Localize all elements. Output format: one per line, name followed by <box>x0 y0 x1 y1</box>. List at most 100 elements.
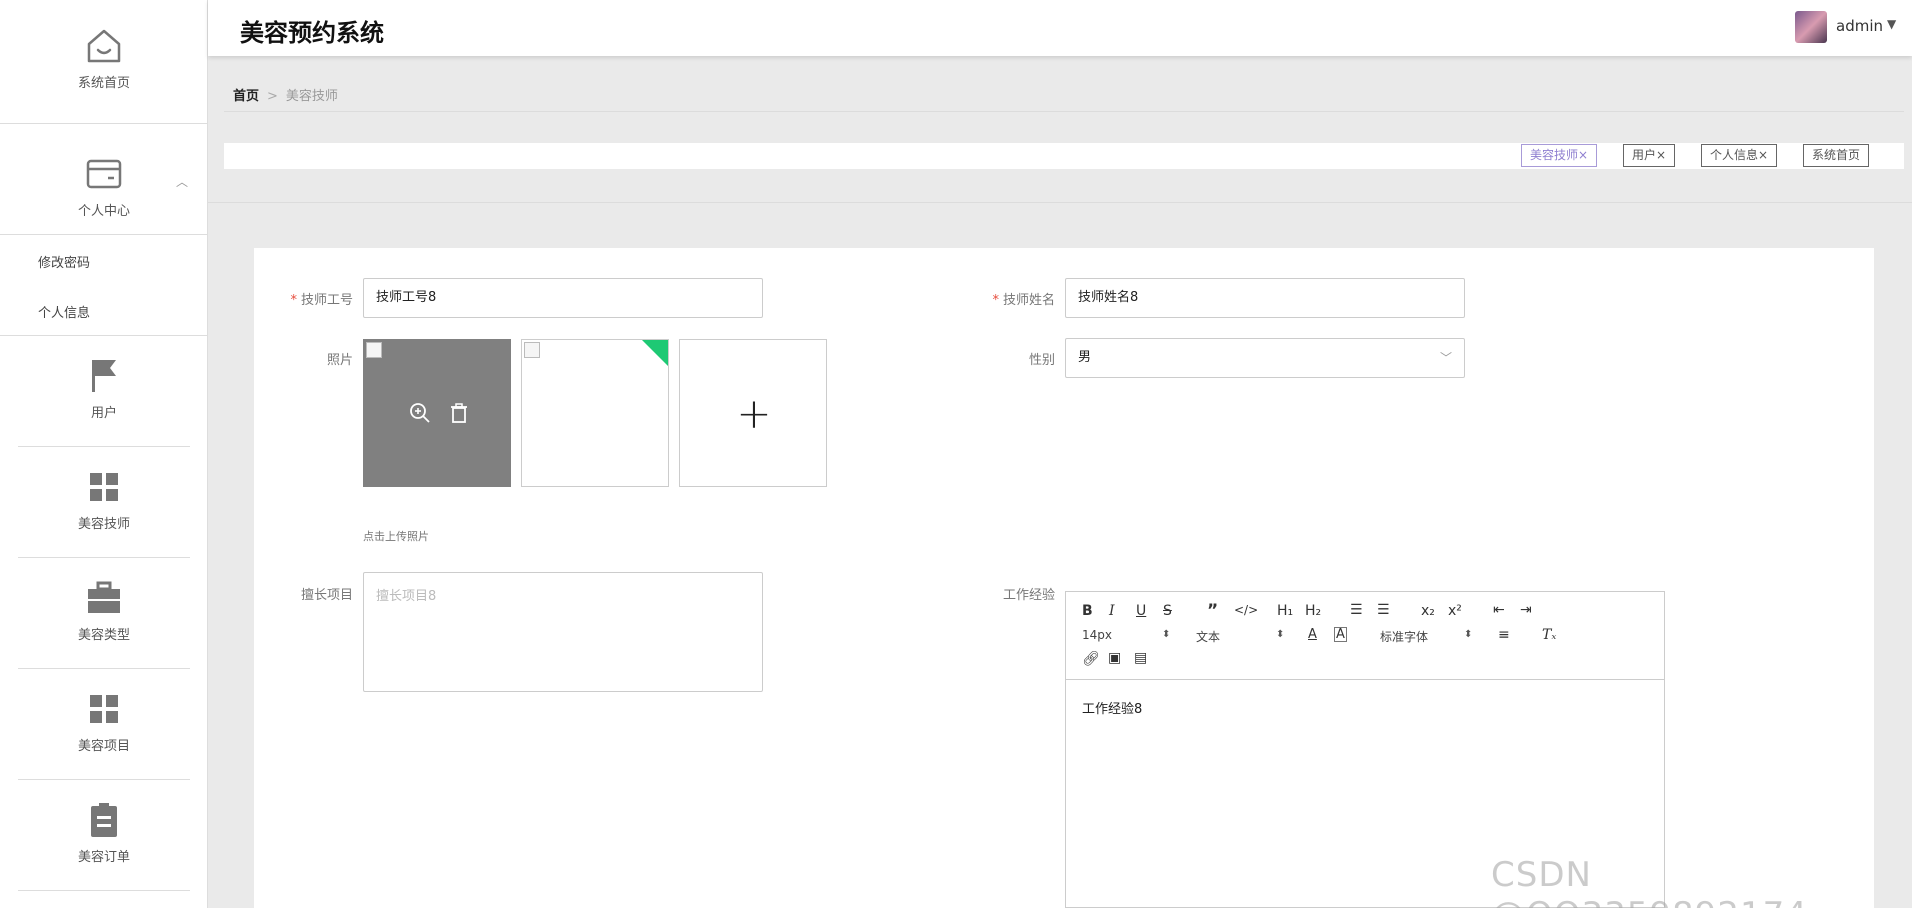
background-color-icon[interactable]: A <box>1334 627 1347 642</box>
tag-label: 系统首页 <box>1812 148 1861 162</box>
sidebar-item-label: 个人中心 <box>77 204 130 219</box>
subscript-icon[interactable]: x₂ <box>1421 603 1435 619</box>
strikethrough-icon[interactable]: S <box>1163 603 1172 619</box>
editor-content[interactable]: 工作经验8 <box>1082 698 1142 717</box>
breadcrumb-home[interactable]: 首页 <box>233 89 259 104</box>
specialty-textarea[interactable]: 擅长项目8 <box>363 572 763 692</box>
divider <box>18 557 190 558</box>
upload-hint: 点击上传照片 <box>363 530 429 543</box>
briefcase-icon <box>88 581 120 613</box>
sidebar-item-users[interactable]: 用户 <box>18 356 190 421</box>
updown-arrow-icon: ⬍ <box>1276 629 1285 640</box>
tech-name-label: * 技师姓名 <box>945 289 1055 308</box>
sidebar-item-label: 美容订单 <box>77 850 130 865</box>
divider <box>18 779 190 780</box>
avatar[interactable] <box>1795 11 1827 43</box>
gender-select[interactable]: 男 ﹀ <box>1065 338 1465 378</box>
close-icon[interactable]: × <box>1656 148 1666 162</box>
zoom-in-icon[interactable] <box>409 402 431 424</box>
flag-icon <box>92 360 116 392</box>
tag-label: 个人信息 <box>1710 148 1759 162</box>
underline-icon[interactable]: U <box>1136 603 1146 619</box>
sidebar-item-label: 用户 <box>90 406 117 421</box>
code-icon[interactable]: </> <box>1234 603 1258 617</box>
heading1-icon[interactable]: H₁ <box>1277 603 1293 619</box>
sidebar-item-home[interactable]: 系统首页 <box>18 26 190 91</box>
sidebar-item-beauty-items[interactable]: 美容项目 <box>18 689 190 754</box>
label-text: 技师工号 <box>300 293 353 308</box>
home-icon <box>87 29 121 63</box>
tech-no-label: * 技师工号 <box>243 289 353 308</box>
top-header: 美容预约系统 admin ▼ <box>208 0 1912 56</box>
breadcrumb-current: 美容技师 <box>285 89 338 104</box>
username[interactable]: admin <box>1836 17 1883 35</box>
broken-image-icon <box>366 342 382 358</box>
sidebar-item-label: 美容类型 <box>77 628 130 643</box>
grid-icon <box>90 473 118 501</box>
divider <box>18 668 190 669</box>
caret-down-icon[interactable]: ▼ <box>1887 17 1896 31</box>
block-format-select[interactable]: 文本 ⬍ <box>1196 628 1286 645</box>
ordered-list-icon[interactable]: ☰ <box>1350 602 1363 618</box>
bullet-list-icon[interactable]: ☰ <box>1377 602 1390 618</box>
updown-arrow-icon: ⬍ <box>1162 629 1171 640</box>
sidebar-subitem-personal-info[interactable]: 个人信息 <box>38 302 90 321</box>
font-size-select[interactable]: 14px ⬍ <box>1082 628 1172 642</box>
close-icon[interactable]: × <box>1578 148 1588 162</box>
sidebar-item-beauty-orders[interactable]: 美容订单 <box>18 800 190 865</box>
align-left-icon[interactable]: ≡ <box>1498 627 1510 643</box>
plus-icon: + <box>736 389 772 438</box>
chevron-down-icon: ﹀ <box>1439 351 1452 365</box>
link-icon[interactable]: 🔗︎ <box>1082 651 1100 667</box>
superscript-icon[interactable]: x² <box>1448 603 1462 619</box>
gender-value: 男 <box>1078 350 1092 365</box>
sidebar-item-label: 系统首页 <box>77 76 130 91</box>
close-icon[interactable]: × <box>1758 148 1768 162</box>
tag-label: 用户 <box>1632 148 1657 162</box>
tag-personal-info[interactable]: 个人信息× <box>1701 144 1778 167</box>
blockquote-icon[interactable]: ” <box>1207 601 1218 621</box>
tech-name-input[interactable]: 技师姓名8 <box>1065 278 1465 318</box>
updown-arrow-icon: ⬍ <box>1464 629 1473 640</box>
gender-label: 性别 <box>1028 353 1055 368</box>
tag-technicians[interactable]: 美容技师× <box>1521 144 1598 167</box>
editor-toolbar: B I U S ” </> H₁ H₂ ☰ ☰ x₂ x² ⇤ ⇥ 14px ⬍… <box>1066 592 1664 680</box>
divider <box>18 890 190 891</box>
heading2-icon[interactable]: H₂ <box>1305 603 1321 619</box>
image-icon[interactable]: ▣ <box>1108 650 1121 666</box>
sidebar-item-personal-center[interactable]: 个人中心 <box>18 154 190 219</box>
bold-icon[interactable]: B <box>1082 603 1093 619</box>
video-icon[interactable]: ▤ <box>1134 650 1147 666</box>
photo-thumbnail[interactable] <box>521 339 669 487</box>
sidebar-item-label: 美容项目 <box>77 739 130 754</box>
divider <box>0 123 208 124</box>
font-color-icon[interactable]: A <box>1308 627 1317 642</box>
outdent-icon[interactable]: ⇤ <box>1493 602 1505 618</box>
watermark: CSDN @QQ3359892174 <box>1491 855 1807 908</box>
sidebar-subitem-change-password[interactable]: 修改密码 <box>38 252 90 271</box>
clear-format-icon[interactable]: Tₓ <box>1542 627 1556 643</box>
app-title: 美容预约系统 <box>240 19 384 47</box>
divider <box>0 234 208 235</box>
tag-home[interactable]: 系统首页 <box>1803 144 1870 167</box>
required-mark: * <box>992 293 999 308</box>
italic-icon[interactable]: I <box>1109 603 1115 619</box>
breadcrumb: 首页 > 美容技师 <box>233 85 338 104</box>
tag-users[interactable]: 用户× <box>1623 144 1676 167</box>
indent-icon[interactable]: ⇥ <box>1520 602 1532 618</box>
label-text: 技师姓名 <box>1002 293 1055 308</box>
experience-label: 工作经验 <box>1002 588 1055 603</box>
sidebar-item-beauty-types[interactable]: 美容类型 <box>18 578 190 643</box>
delete-icon[interactable] <box>448 402 470 424</box>
upload-photo-button[interactable]: + <box>679 339 827 487</box>
broken-image-icon <box>524 342 540 358</box>
divider <box>18 446 190 447</box>
required-mark: * <box>290 293 297 308</box>
breadcrumb-separator: > <box>267 89 278 104</box>
chevron-up-icon[interactable]: ︿ <box>176 173 188 190</box>
font-family-value: 标准字体 <box>1380 630 1429 644</box>
tech-no-input[interactable]: 技师工号8 <box>363 278 763 318</box>
sidebar-item-technicians[interactable]: 美容技师 <box>18 467 190 532</box>
font-family-select[interactable]: 标准字体 ⬍ <box>1380 628 1474 645</box>
photo-thumbnail-hovered[interactable] <box>363 339 511 487</box>
